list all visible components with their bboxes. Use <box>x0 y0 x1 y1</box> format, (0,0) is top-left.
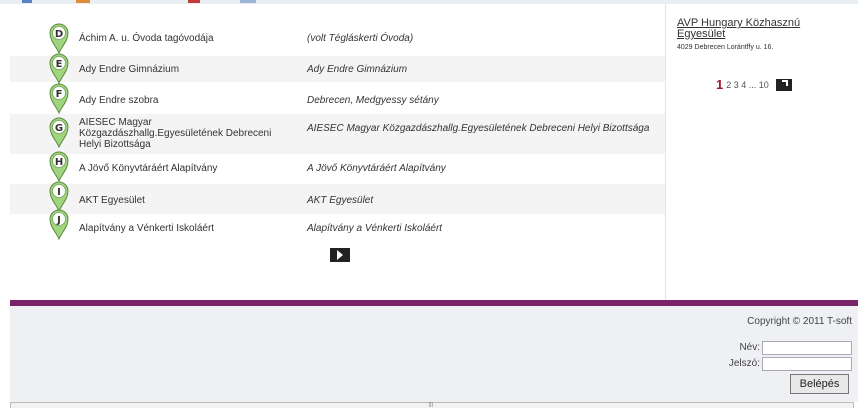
list-item[interactable]: F Ady Endre szobra Debrecen, Medgyessy s… <box>10 82 665 114</box>
pin-letter: I <box>57 187 61 198</box>
map-pin-icon: F <box>49 83 69 114</box>
pager-next-button[interactable] <box>775 78 792 91</box>
item-name[interactable]: AIESEC Magyar Közgazdászhallg.Egyesületé… <box>79 117 289 150</box>
item-location[interactable]: Alapítvány a Vénkerti Iskoláért <box>307 223 662 234</box>
listing-panel: D Áchim A. u. Óvoda tagóvodája (volt Tég… <box>10 4 665 300</box>
password-label: Jelszó: <box>728 358 760 369</box>
item-location[interactable]: A Jövő Könyvtáráért Alapítvány <box>307 163 662 174</box>
pin-letter: D <box>55 29 63 40</box>
organization-link[interactable]: AVP Hungary Közhasznú Egyesület <box>677 18 847 40</box>
item-name[interactable]: Áchim A. u. Óvoda tagóvodája <box>79 33 294 44</box>
item-location[interactable]: AIESEC Magyar Közgazdászhallg.Egyesületé… <box>307 123 662 134</box>
map-pin-icon: E <box>49 53 69 84</box>
list-item[interactable]: I AKT Egyesület AKT Egyesület <box>10 181 665 214</box>
footer: Copyright © 2011 T-soft Név: Jelszó: Bel… <box>10 306 858 402</box>
item-location[interactable]: AKT Egyesület <box>307 195 662 206</box>
pin-letter: F <box>56 89 63 100</box>
item-name[interactable]: Ady Endre Gimnázium <box>79 64 294 75</box>
list-item[interactable]: E Ady Endre Gimnázium Ady Endre Gimnáziu… <box>10 53 665 84</box>
page-left-margin <box>0 0 10 408</box>
scrollbar-grip-icon: ||| <box>429 402 433 408</box>
map-pin-icon: D <box>49 23 69 54</box>
sidebar: AVP Hungary Közhasznú Egyesület 4029 Deb… <box>665 4 858 300</box>
sidebar-pager: 1 2 3 4 ... 10 <box>716 77 792 92</box>
item-location[interactable]: Debrecen, Medgyessy sétány <box>307 95 662 106</box>
list-item[interactable]: G AIESEC Magyar Közgazdászhallg.Egyesüle… <box>10 114 665 154</box>
pin-letter: H <box>55 157 63 168</box>
pager-page-links[interactable]: 2 3 4 ... 10 <box>726 80 769 90</box>
list-item[interactable]: H A Jövő Könyvtáráért Alapítvány A Jövő … <box>10 151 665 184</box>
next-arrow-icon <box>337 250 343 260</box>
next-arrow-icon <box>779 79 788 88</box>
item-name[interactable]: A Jövő Könyvtáráért Alapítvány <box>79 163 294 174</box>
list-item[interactable]: J Alapítvány a Vénkerti Iskoláért Alapít… <box>10 209 665 242</box>
map-pin-icon: H <box>49 151 69 182</box>
pin-letter: E <box>56 59 63 70</box>
organization-address: 4029 Debrecen Lorántffy u. 16. <box>677 44 774 51</box>
item-name[interactable]: Alapítvány a Vénkerti Iskoláért <box>79 223 294 234</box>
horizontal-scrollbar[interactable]: ||| <box>10 402 854 408</box>
item-location[interactable]: Ady Endre Gimnázium <box>307 64 662 75</box>
pin-letter: G <box>55 123 63 134</box>
login-button[interactable]: Belépés <box>790 374 849 394</box>
item-name[interactable]: AKT Egyesület <box>79 195 294 206</box>
name-label: Név: <box>739 342 760 353</box>
map-pin-icon: G <box>49 117 69 148</box>
next-page-button[interactable] <box>330 248 350 262</box>
copyright-text: Copyright © 2011 T-soft <box>747 316 852 327</box>
list-item[interactable]: D Áchim A. u. Óvoda tagóvodája (volt Tég… <box>10 20 665 56</box>
pin-letter: J <box>56 215 61 226</box>
name-input[interactable] <box>762 341 852 355</box>
pager-current-page: 1 <box>716 77 724 92</box>
map-pin-icon: J <box>49 209 69 240</box>
password-input[interactable] <box>762 357 852 371</box>
item-location[interactable]: (volt Tégláskerti Óvoda) <box>307 33 662 44</box>
item-name[interactable]: Ady Endre szobra <box>79 95 294 106</box>
